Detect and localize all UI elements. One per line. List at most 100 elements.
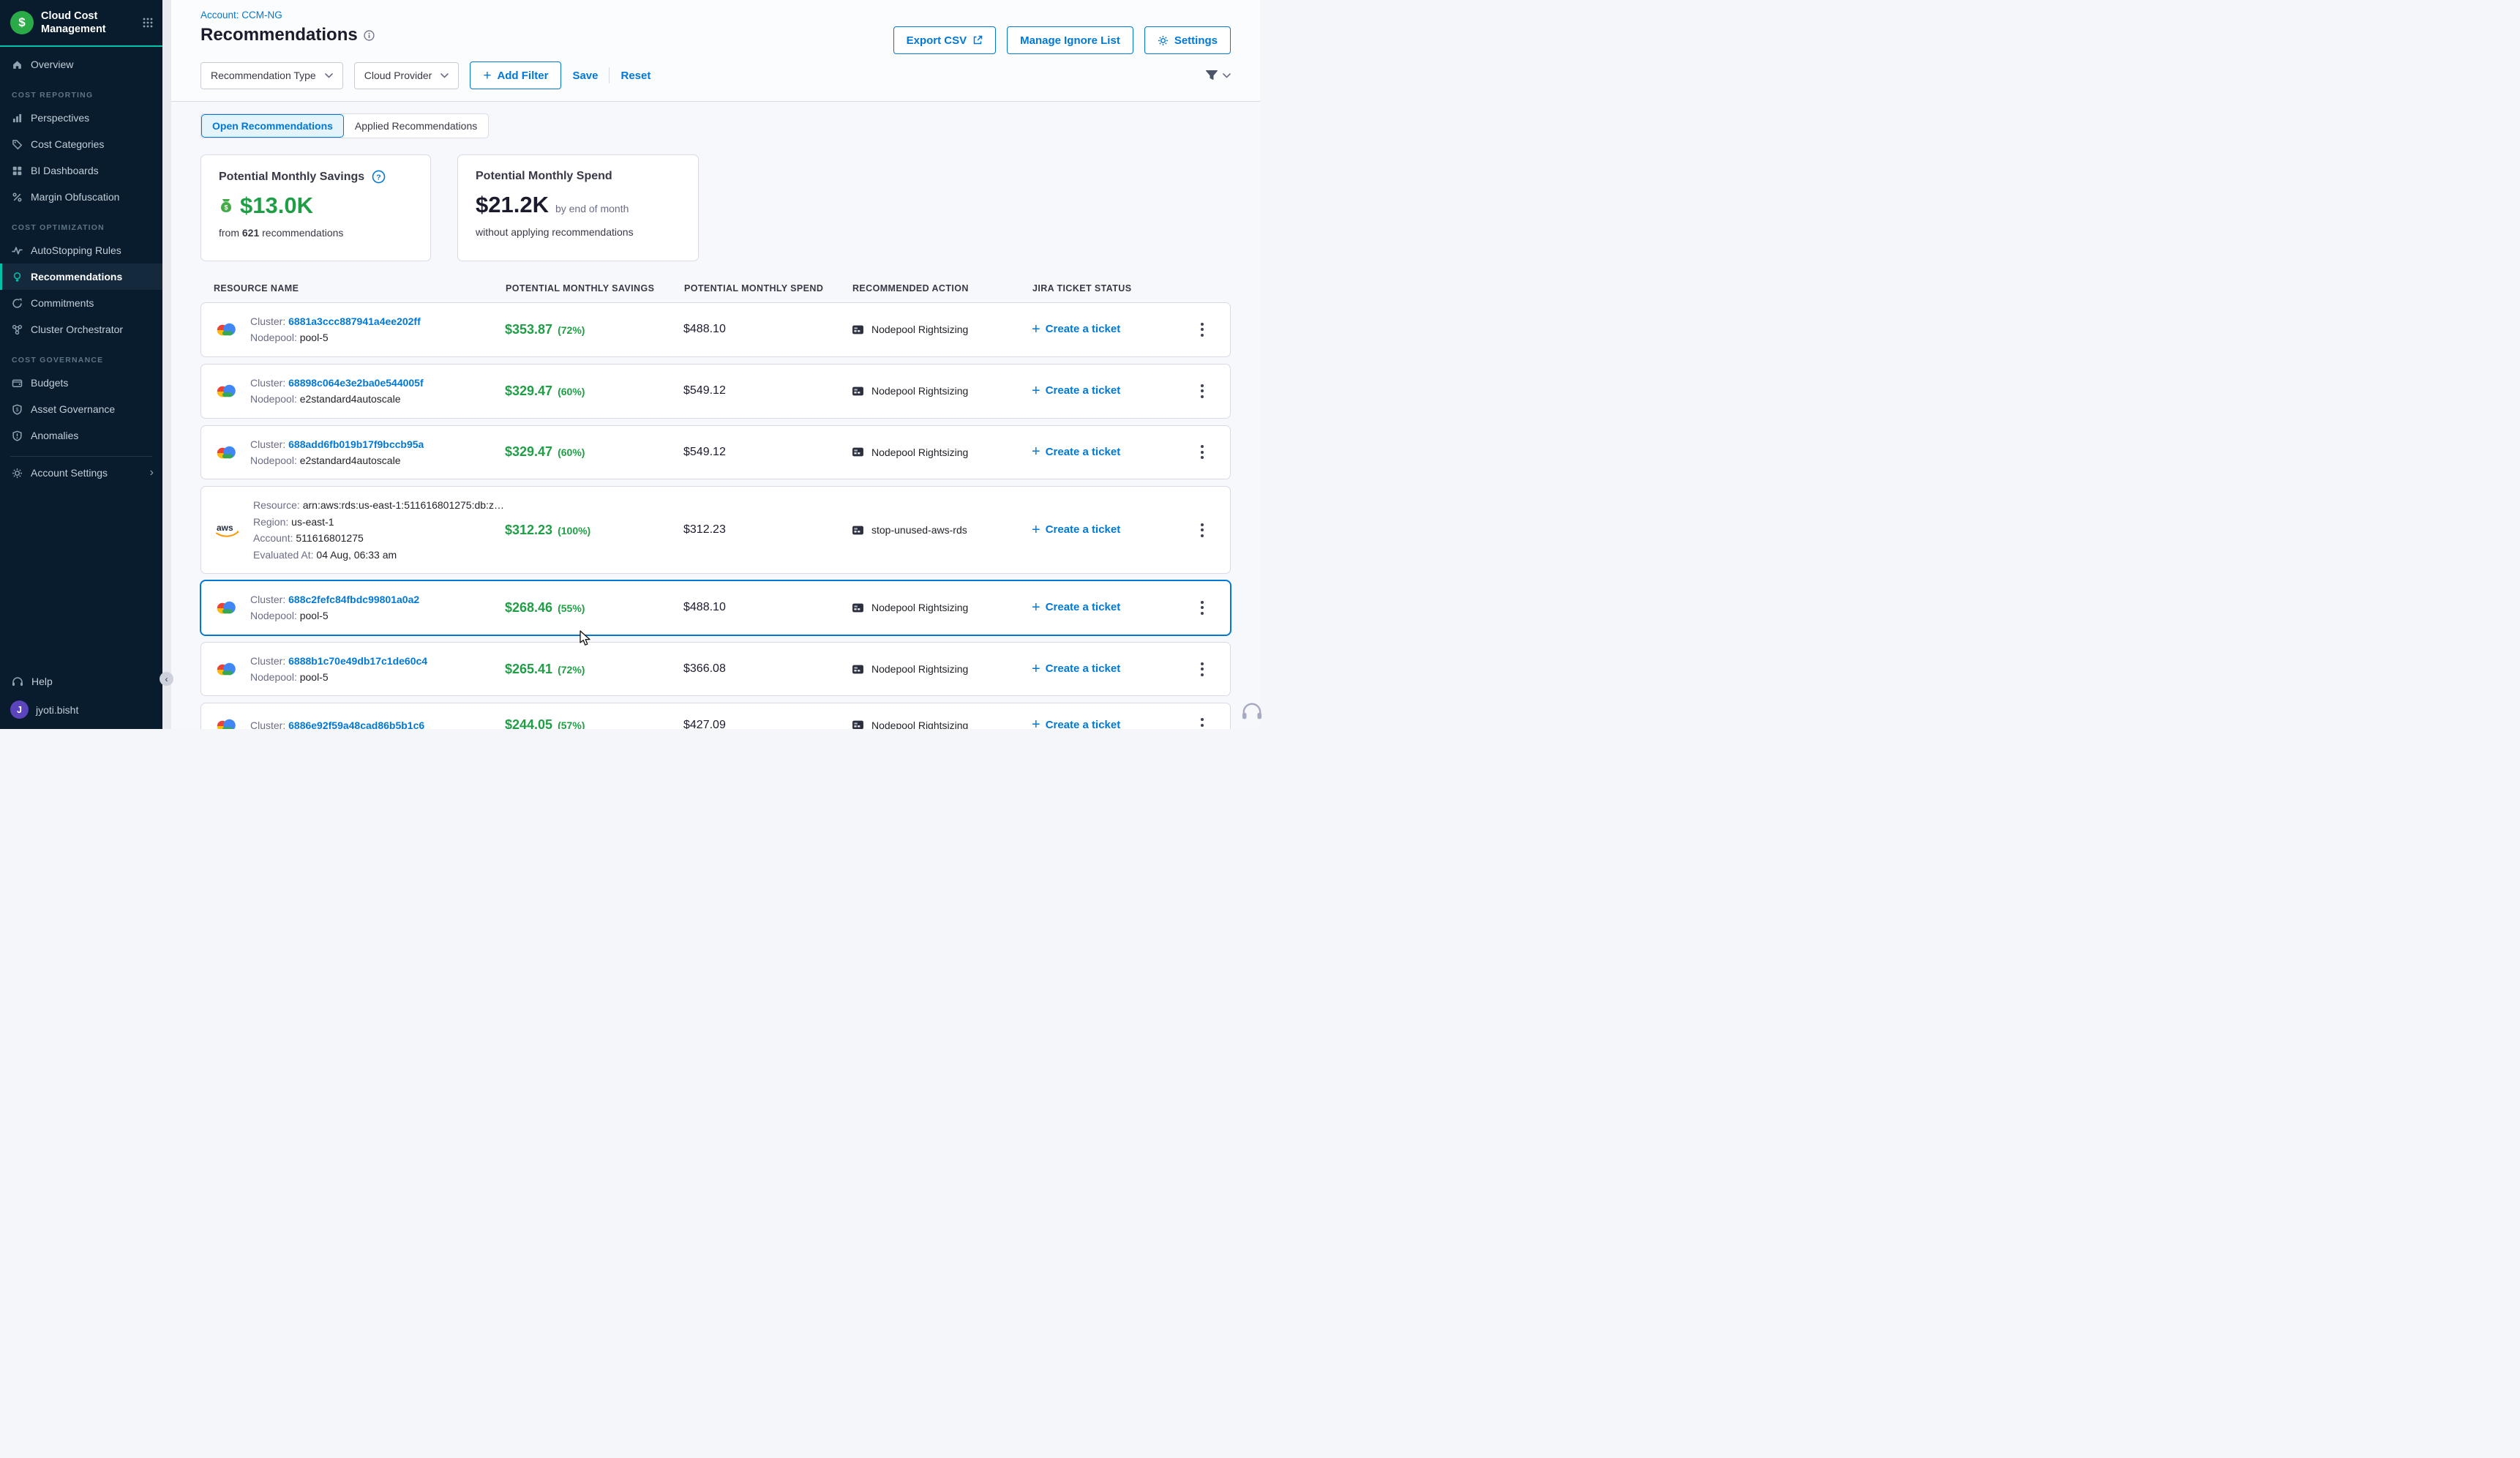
resource-value: e2standard4autoscale	[300, 393, 401, 405]
resource-id-link[interactable]: 68898c064e3e2ba0e544005f	[288, 377, 424, 389]
kebab-menu-icon[interactable]	[1196, 441, 1208, 463]
sidebar-collapse-button[interactable]: ‹	[160, 672, 173, 686]
tag-icon	[11, 139, 23, 150]
kebab-menu-icon[interactable]	[1196, 597, 1208, 619]
sidebar-item-label: Account Settings	[31, 467, 108, 479]
table-row[interactable]: Cluster: 6886e92f59a48cad86b5b1c6$244.05…	[200, 703, 1231, 729]
account-breadcrumb[interactable]: Account: CCM-NG	[200, 10, 282, 20]
resource-line: Nodepool: pool-5	[250, 329, 421, 345]
tab-open-recommendations[interactable]: Open Recommendations	[201, 114, 344, 138]
resource-id-link[interactable]: 6886e92f59a48cad86b5b1c6	[288, 719, 424, 729]
manage-ignore-list-button[interactable]: Manage Ignore List	[1007, 26, 1133, 54]
kebab-menu-icon[interactable]	[1196, 380, 1208, 403]
create-ticket-link[interactable]: +Create a ticket	[1032, 662, 1120, 676]
resource-id-link[interactable]: 688add6fb019b17f9bccb95a	[288, 438, 424, 450]
recommendation-type-dropdown[interactable]: Recommendation Type	[200, 62, 343, 89]
resource-line: Nodepool: e2standard4autoscale	[250, 452, 424, 468]
svg-text:?: ?	[376, 173, 380, 182]
sidebar-item-account-settings[interactable]: Account Settings ›	[0, 460, 162, 486]
resource-line: Cluster: 688add6fb019b17f9bccb95a	[250, 436, 424, 452]
tab-applied-recommendations[interactable]: Applied Recommendations	[344, 114, 488, 138]
action-icon	[852, 385, 864, 397]
potential-savings-value: $244.05(57%)	[505, 717, 683, 729]
sidebar-item-margin-obfuscation[interactable]: Margin Obfuscation	[0, 184, 162, 210]
add-filter-button[interactable]: + Add Filter	[470, 61, 561, 89]
create-ticket-link[interactable]: +Create a ticket	[1032, 717, 1120, 729]
aws-icon: aws	[214, 521, 241, 539]
sidebar-section-label: COST GOVERNANCE	[0, 343, 162, 370]
resource-value: e2standard4autoscale	[300, 455, 401, 466]
svg-text:$: $	[15, 408, 18, 413]
resource-cell: awsResource: arn:aws:rds:us-east-1:51161…	[214, 497, 505, 563]
sidebar-item-budgets[interactable]: Budgets	[0, 370, 162, 396]
sidebar-item-cluster-orchestrator[interactable]: Cluster Orchestrator	[0, 316, 162, 343]
resource-cell: Cluster: 6886e92f59a48cad86b5b1c6	[214, 716, 505, 729]
summary-cards: Potential Monthly Savings ? $ $13.0K fro…	[200, 154, 1231, 261]
potential-spend-value: $366.08	[683, 662, 852, 676]
sidebar-item-help[interactable]: Help	[0, 668, 162, 695]
table-row[interactable]: Cluster: 6881a3ccc887941a4ee202ffNodepoo…	[200, 302, 1231, 357]
sidebar-item-label: Recommendations	[31, 271, 122, 283]
kebab-menu-icon[interactable]	[1196, 318, 1208, 341]
resource-line: Cluster: 6888b1c70e49db17c1de60c4	[250, 653, 427, 669]
sidebar-item-asset-governance[interactable]: $Asset Governance	[0, 396, 162, 422]
table-row[interactable]: awsResource: arn:aws:rds:us-east-1:51161…	[200, 486, 1231, 574]
sidebar-item-bi-dashboards[interactable]: BI Dashboards	[0, 157, 162, 184]
create-ticket-link[interactable]: +Create a ticket	[1032, 444, 1120, 459]
chevron-down-icon	[325, 73, 333, 78]
sidebar-item-cost-categories[interactable]: Cost Categories	[0, 131, 162, 157]
gcp-icon	[214, 443, 238, 462]
resource-id-link[interactable]: 688c2fefc84fbdc99801a0a2	[288, 594, 419, 605]
info-icon[interactable]	[364, 30, 375, 41]
resource-id-link[interactable]: 6881a3ccc887941a4ee202ff	[288, 315, 421, 327]
home-icon	[11, 59, 23, 70]
recommended-action: Nodepool Rightsizing	[852, 719, 1032, 729]
potential-spend-value: $488.10	[683, 323, 852, 336]
sidebar-item-overview[interactable]: Overview	[0, 51, 162, 78]
kebab-menu-icon[interactable]	[1196, 714, 1208, 729]
column-header: JIRA TICKET STATUS	[1032, 283, 1182, 294]
potential-spend-value: $427.09	[683, 719, 852, 729]
refresh-icon	[11, 298, 23, 309]
resource-id-link[interactable]: 6888b1c70e49db17c1de60c4	[288, 655, 427, 667]
resource-value: 04 Aug, 06:33 am	[316, 549, 397, 561]
table-row[interactable]: Cluster: 6888b1c70e49db17c1de60c4Nodepoo…	[200, 642, 1231, 697]
sidebar-item-perspectives[interactable]: Perspectives	[0, 105, 162, 131]
create-ticket-link[interactable]: +Create a ticket	[1032, 600, 1120, 615]
recommended-action: Nodepool Rightsizing	[852, 385, 1032, 397]
recommendations-tabs: Open Recommendations Applied Recommendat…	[200, 113, 489, 138]
table-row[interactable]: Cluster: 688add6fb019b17f9bccb95aNodepoo…	[200, 425, 1231, 480]
save-filter-link[interactable]: Save	[572, 70, 598, 82]
recommendations-content: Open Recommendations Applied Recommendat…	[171, 102, 1260, 729]
potential-spend-value: $549.12	[683, 446, 852, 459]
sidebar-item-label: BI Dashboards	[31, 165, 99, 176]
kebab-menu-icon[interactable]	[1196, 658, 1208, 681]
resource-line: Cluster: 688c2fefc84fbdc99801a0a2	[250, 591, 419, 608]
resource-cell: Cluster: 6881a3ccc887941a4ee202ffNodepoo…	[214, 313, 505, 346]
module-switcher-icon[interactable]	[142, 17, 154, 29]
sidebar-item-label: Anomalies	[31, 430, 78, 441]
sidebar-item-commitments[interactable]: Commitments	[0, 290, 162, 316]
create-ticket-link[interactable]: +Create a ticket	[1032, 322, 1120, 337]
nodes-icon	[11, 324, 23, 335]
settings-button[interactable]: Settings	[1144, 26, 1231, 54]
user-menu[interactable]: J jyoti.bisht	[0, 695, 162, 729]
bulb-icon	[11, 272, 23, 283]
support-chat-icon[interactable]	[1241, 701, 1263, 722]
export-csv-button[interactable]: Export CSV	[893, 26, 997, 54]
filter-panel-toggle[interactable]	[1205, 70, 1231, 81]
cloud-provider-dropdown[interactable]: Cloud Provider	[354, 62, 460, 89]
create-ticket-link[interactable]: +Create a ticket	[1032, 384, 1120, 398]
create-ticket-link[interactable]: +Create a ticket	[1032, 523, 1120, 537]
table-row[interactable]: Cluster: 68898c064e3e2ba0e544005fNodepoo…	[200, 364, 1231, 419]
sidebar-item-recommendations[interactable]: Recommendations	[0, 263, 162, 290]
sidebar-item-autostopping-rules[interactable]: AutoStopping Rules	[0, 237, 162, 263]
reset-filter-link[interactable]: Reset	[620, 70, 650, 82]
sidebar-item-anomalies[interactable]: Anomalies	[0, 422, 162, 449]
question-icon[interactable]: ?	[372, 170, 386, 184]
kebab-menu-icon[interactable]	[1196, 519, 1208, 542]
potential-savings-value: $268.46(55%)	[505, 600, 683, 616]
table-row[interactable]: Cluster: 688c2fefc84fbdc99801a0a2Nodepoo…	[200, 580, 1231, 635]
spend-subtext: without applying recommendations	[476, 226, 680, 238]
plus-icon: +	[1032, 322, 1040, 337]
